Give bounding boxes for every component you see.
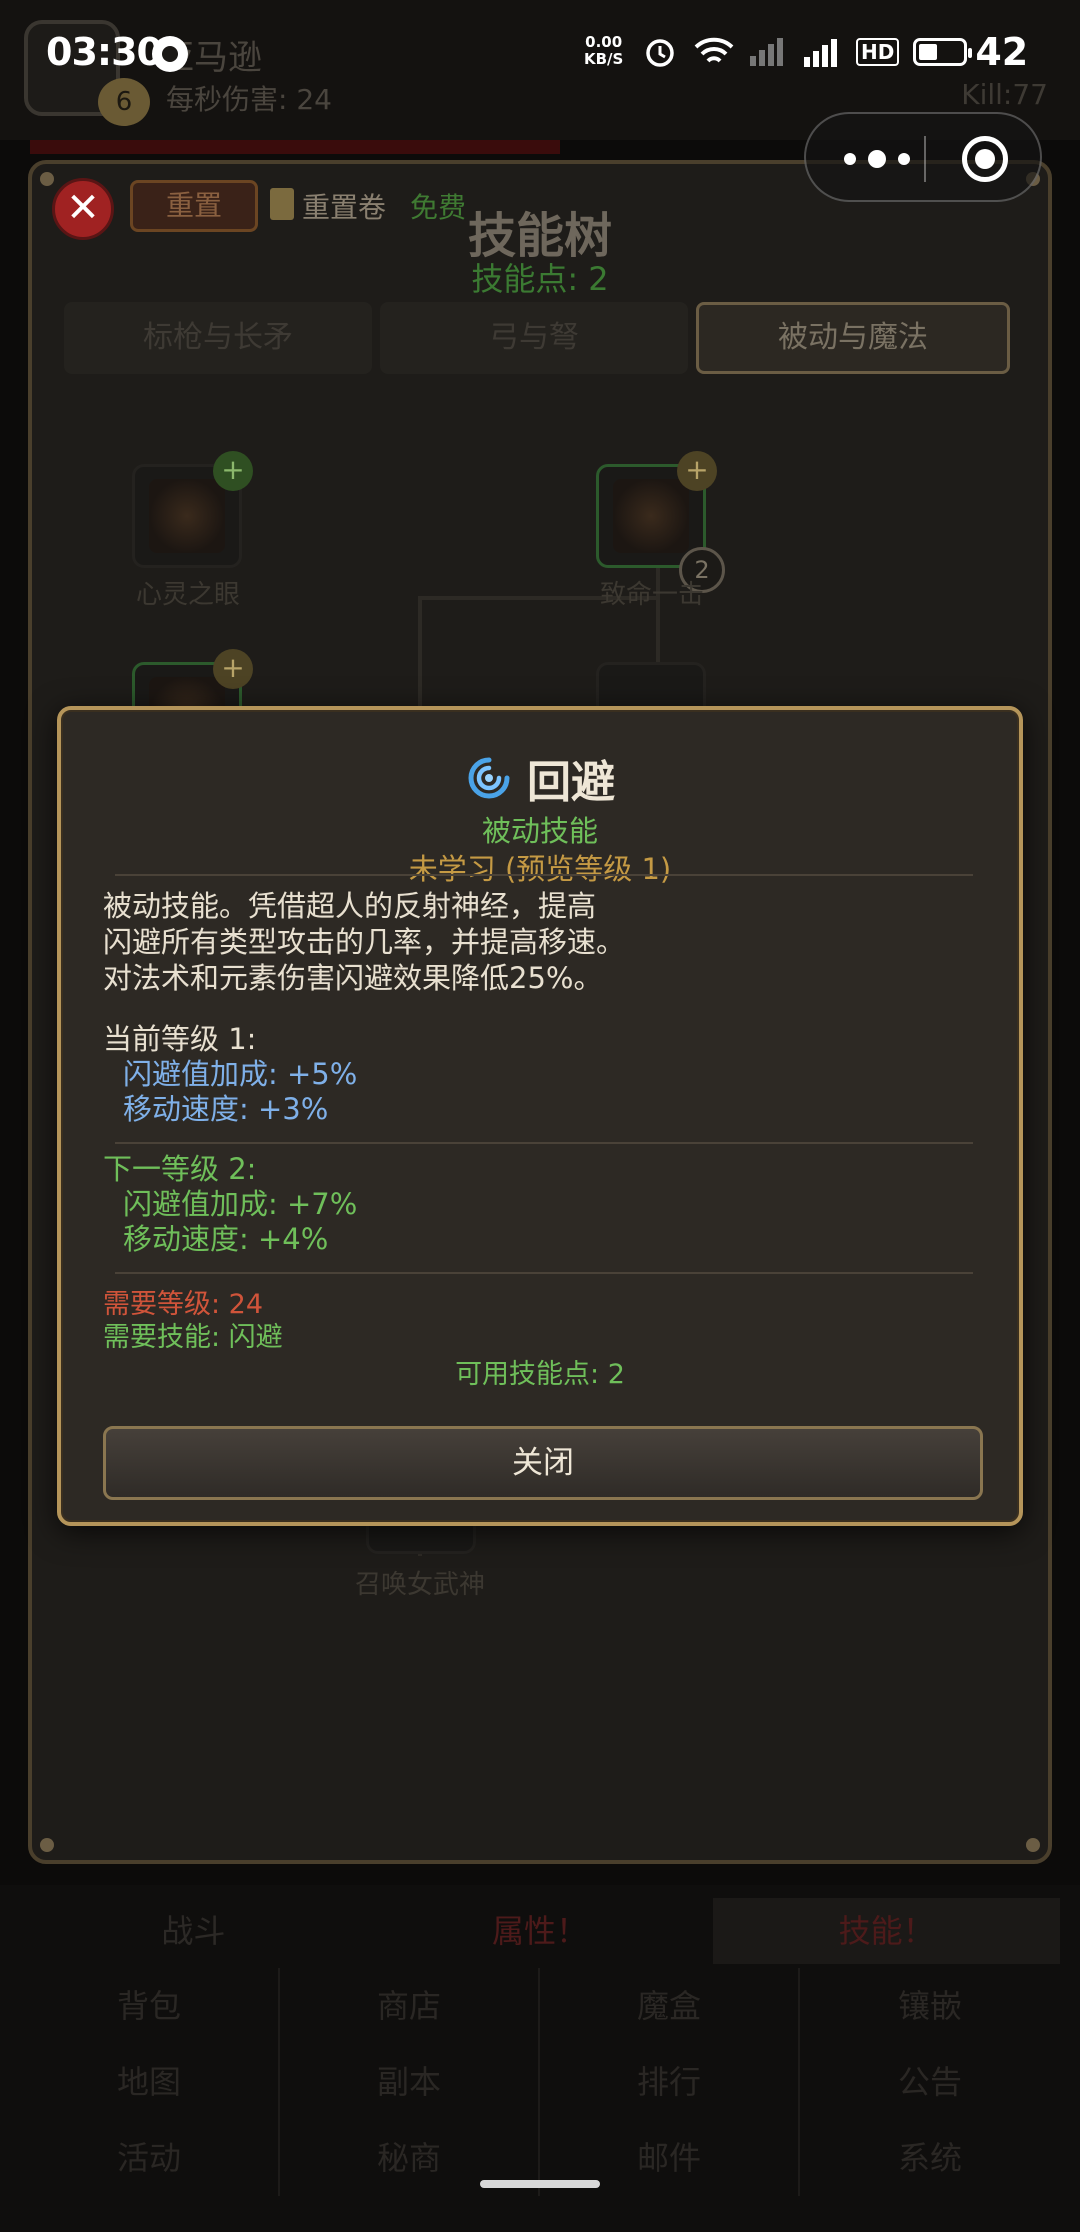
signal-4g-icon bbox=[802, 32, 842, 72]
tab-attributes[interactable]: 属性！ bbox=[367, 1898, 714, 1964]
divider bbox=[115, 1272, 973, 1274]
skill-description: 被动技能。凭借超人的反射神经，提高 闪避所有类型攻击的几率，并提高移速。 对法术… bbox=[103, 889, 626, 995]
critical-strike-icon bbox=[613, 479, 689, 553]
network-speed: 0.00 KB/S bbox=[584, 33, 624, 68]
next-level-heading: 下一等级 2: bbox=[103, 1152, 257, 1186]
menu-announcement[interactable]: 公告 bbox=[800, 2044, 1060, 2120]
health-bar bbox=[30, 140, 560, 154]
menu-grid: 背包 商店 魔盒 镶嵌 地图 副本 排行 公告 活动 秘商 邮件 系统 bbox=[20, 1968, 1060, 2196]
battery-icon bbox=[913, 38, 973, 66]
available-skill-points: 可用技能点: 2 bbox=[455, 1359, 625, 1390]
current-stat: 闪避值加成: +5% bbox=[123, 1057, 358, 1091]
skill-tooltip-modal: 回避 被动技能 未学习 (预览等级 1) 被动技能。凭借超人的反射神经，提高 闪… bbox=[57, 706, 1023, 1526]
current-level-section: 当前等级 1: 闪避值加成: +5% 移动速度: +3% bbox=[103, 1022, 357, 1127]
exit-miniprogram-icon[interactable] bbox=[962, 136, 1008, 182]
skill-node-critical-strike[interactable]: + 2 bbox=[596, 451, 725, 593]
dodge-swirl-icon bbox=[465, 754, 513, 802]
current-level-heading: 当前等级 1: bbox=[103, 1022, 257, 1056]
home-indicator[interactable] bbox=[480, 2180, 600, 2188]
signal-icon bbox=[748, 32, 788, 72]
status-bar: 03:30 0.00 KB/S HD 42 bbox=[0, 0, 1080, 110]
divider bbox=[115, 874, 973, 876]
next-level-section: 下一等级 2: 闪避值加成: +7% 移动速度: +4% bbox=[103, 1152, 357, 1257]
skill-type: 被动技能 bbox=[481, 814, 598, 848]
skill-points: 技能点: 2 bbox=[471, 260, 609, 298]
wifi-icon bbox=[694, 32, 734, 72]
miniprogram-capsule bbox=[804, 112, 1042, 202]
battery-level: 42 bbox=[975, 30, 1029, 74]
skill-name: 回避 bbox=[527, 757, 615, 808]
menu-ranking[interactable]: 排行 bbox=[540, 2044, 800, 2120]
skill-learn-status: 未学习 (预览等级 1) bbox=[408, 852, 672, 886]
skill-label-valkyrie: 召唤女武神 bbox=[354, 1570, 485, 1600]
tab-bow-crossbow[interactable]: 弓与弩 bbox=[380, 302, 688, 374]
inner-sight-icon bbox=[149, 479, 225, 553]
next-stat: 闪避值加成: +7% bbox=[123, 1187, 358, 1221]
requirements: 需要等级: 24 需要技能: 闪避 bbox=[103, 1288, 283, 1354]
plus-icon[interactable]: + bbox=[677, 451, 717, 491]
skill-label-inner-sight: 心灵之眼 bbox=[135, 580, 240, 610]
menu-inventory[interactable]: 背包 bbox=[20, 1968, 280, 2044]
menu-shop[interactable]: 商店 bbox=[280, 1968, 540, 2044]
notification-icon bbox=[152, 36, 188, 72]
main-tabs: 战斗 属性！ 技能！ bbox=[20, 1898, 1061, 1964]
required-level: 需要等级: 24 bbox=[103, 1289, 264, 1320]
tab-javelin-spear[interactable]: 标枪与长矛 bbox=[64, 302, 372, 374]
tab-skills[interactable]: 技能！ bbox=[713, 1898, 1061, 1964]
menu-map[interactable]: 地图 bbox=[20, 2044, 280, 2120]
alarm-icon bbox=[640, 32, 680, 72]
plus-icon[interactable]: + bbox=[213, 451, 253, 491]
divider bbox=[115, 1142, 973, 1144]
tab-passive-magic[interactable]: 被动与魔法 bbox=[696, 302, 1010, 374]
menu-magic-box[interactable]: 魔盒 bbox=[540, 1968, 800, 2044]
skill-label-critical-strike: 致命一击 bbox=[599, 580, 704, 610]
hd-voice-icon: HD bbox=[856, 38, 900, 66]
skill-category-tabs: 标枪与长矛 弓与弩 被动与魔法 bbox=[64, 302, 1010, 374]
tab-battle[interactable]: 战斗 bbox=[20, 1898, 367, 1964]
more-icon[interactable] bbox=[844, 144, 910, 174]
skill-node-inner-sight[interactable]: + bbox=[132, 451, 253, 568]
menu-dungeon[interactable]: 副本 bbox=[280, 2044, 540, 2120]
next-stat: 移动速度: +4% bbox=[123, 1222, 329, 1256]
menu-socket[interactable]: 镶嵌 bbox=[800, 1968, 1060, 2044]
close-skill-tree-button[interactable]: ✕ bbox=[52, 178, 114, 240]
current-stat: 移动速度: +3% bbox=[123, 1092, 329, 1126]
menu-events[interactable]: 活动 bbox=[20, 2120, 280, 2196]
plus-icon[interactable]: + bbox=[213, 649, 253, 689]
close-button[interactable]: 关闭 bbox=[103, 1426, 983, 1500]
menu-system[interactable]: 系统 bbox=[800, 2120, 1060, 2196]
required-skill: 需要技能: 闪避 bbox=[103, 1322, 283, 1353]
clock: 03:30 bbox=[46, 30, 163, 74]
